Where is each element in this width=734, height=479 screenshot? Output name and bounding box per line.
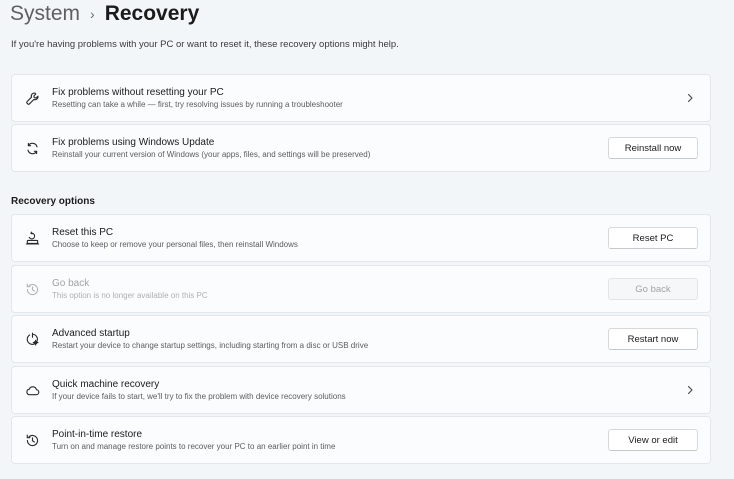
point-in-time-restore-card: Point-in-time restore Turn on and manage… bbox=[11, 416, 711, 464]
card-text: Fix problems using Windows Update Reinst… bbox=[52, 136, 370, 160]
advanced-startup-card: Advanced startup Restart your device to … bbox=[11, 315, 711, 363]
windows-update-fix-card: Fix problems using Windows Update Reinst… bbox=[11, 124, 711, 172]
advanced-startup-icon bbox=[24, 331, 40, 347]
chevron-right-icon[interactable] bbox=[684, 384, 696, 396]
breadcrumb: System › Recovery bbox=[10, 0, 199, 28]
card-text: Quick machine recovery If your device fa… bbox=[52, 378, 346, 402]
troubleshoot-card[interactable]: Fix problems without resetting your PC R… bbox=[11, 74, 711, 122]
page-title: Recovery bbox=[104, 2, 200, 25]
card-text: Point-in-time restore Turn on and manage… bbox=[52, 428, 335, 452]
wrench-icon bbox=[24, 90, 40, 106]
section-title: Recovery options bbox=[11, 196, 95, 207]
card-description: Choose to keep or remove your personal f… bbox=[52, 240, 298, 249]
card-description: Turn on and manage restore points to rec… bbox=[52, 442, 336, 451]
card-description: This option is no longer available on th… bbox=[52, 291, 208, 300]
card-title: Quick machine recovery bbox=[52, 379, 160, 390]
restart-now-button[interactable]: Restart now bbox=[608, 328, 698, 350]
reset-pc-button[interactable]: Reset PC bbox=[608, 227, 698, 249]
history-icon bbox=[24, 281, 40, 297]
card-title: Fix problems using Windows Update bbox=[52, 137, 215, 148]
reset-pc-card: Reset this PC Choose to keep or remove y… bbox=[11, 214, 711, 262]
card-description: Resetting can take a while — first, try … bbox=[52, 100, 343, 109]
quick-machine-recovery-card[interactable]: Quick machine recovery If your device fa… bbox=[11, 366, 711, 414]
card-description: Restart your device to change startup se… bbox=[52, 341, 369, 350]
chevron-right-icon[interactable] bbox=[684, 92, 696, 104]
card-text: Reset this PC Choose to keep or remove y… bbox=[52, 226, 298, 250]
recovery-settings-page: System › Recovery If you're having probl… bbox=[0, 0, 734, 479]
card-description: Reinstall your current version of Window… bbox=[52, 150, 371, 159]
sync-icon bbox=[24, 140, 40, 156]
intro-text: If you're having problems with your PC o… bbox=[11, 39, 399, 50]
reinstall-now-button[interactable]: Reinstall now bbox=[608, 137, 698, 159]
card-description: If your device fails to start, we'll try… bbox=[52, 392, 346, 401]
go-back-button: Go back bbox=[608, 278, 698, 300]
card-title: Advanced startup bbox=[52, 328, 130, 339]
card-title: Fix problems without resetting your PC bbox=[52, 87, 224, 98]
breadcrumb-separator: › bbox=[90, 6, 95, 22]
card-title: Go back bbox=[52, 278, 90, 289]
card-text: Advanced startup Restart your device to … bbox=[52, 327, 368, 351]
reset-pc-icon bbox=[24, 230, 40, 246]
breadcrumb-system-link[interactable]: System bbox=[10, 2, 80, 26]
card-title: Reset this PC bbox=[52, 227, 114, 238]
card-text: Go back This option is no longer availab… bbox=[52, 277, 208, 301]
card-title: Point-in-time restore bbox=[52, 429, 143, 440]
go-back-card: Go back This option is no longer availab… bbox=[11, 265, 711, 313]
view-or-edit-button[interactable]: View or edit bbox=[608, 429, 698, 451]
cloud-icon bbox=[24, 382, 40, 398]
card-text: Fix problems without resetting your PC R… bbox=[52, 86, 343, 110]
restore-icon bbox=[24, 432, 40, 448]
